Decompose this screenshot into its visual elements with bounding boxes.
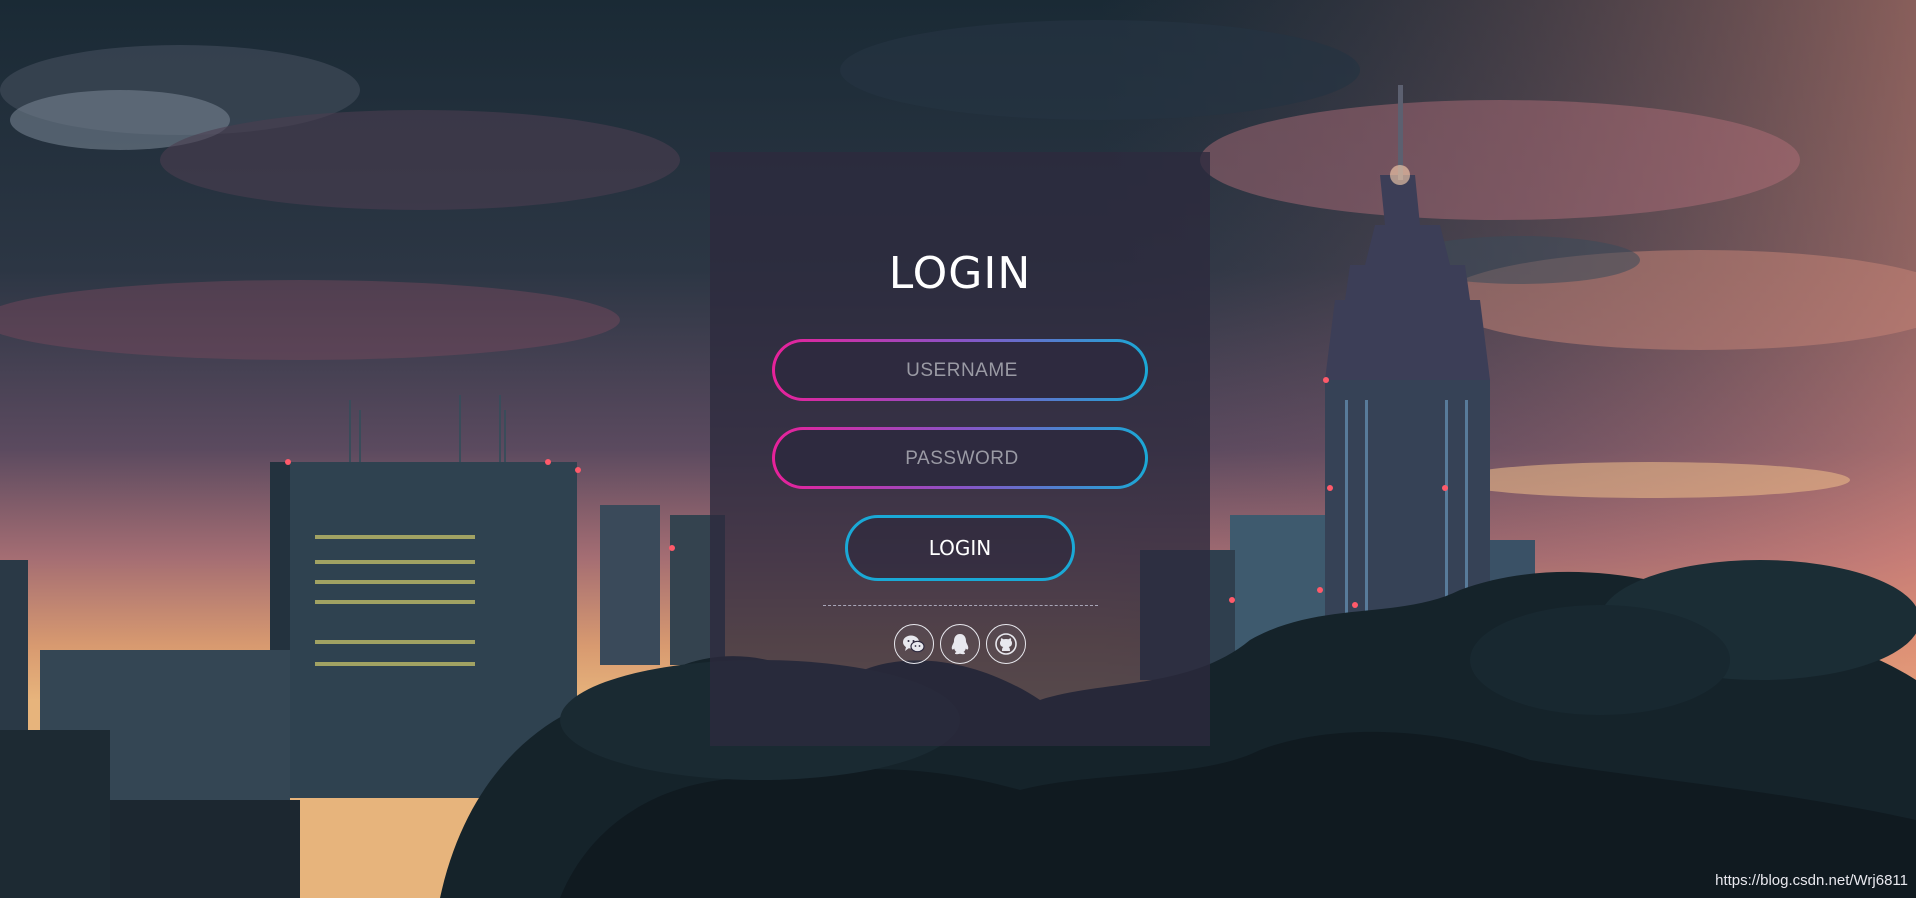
username-input[interactable] xyxy=(775,342,1149,400)
login-card: LOGIN LOGIN xyxy=(710,152,1210,746)
username-field-inner xyxy=(775,342,1149,400)
username-field-frame xyxy=(772,339,1149,401)
login-button[interactable]: LOGIN xyxy=(845,515,1075,581)
password-field-frame xyxy=(772,427,1149,489)
social-login-row xyxy=(710,624,1210,664)
wechat-icon xyxy=(903,635,925,653)
qq-login-button[interactable] xyxy=(940,624,980,664)
login-title: LOGIN xyxy=(888,248,1032,299)
github-login-button[interactable] xyxy=(986,624,1026,664)
qq-penguin-icon xyxy=(951,634,969,655)
watermark-url: https://blog.csdn.net/Wrj6811 xyxy=(1715,872,1908,889)
divider-line xyxy=(823,605,1098,606)
password-input[interactable] xyxy=(775,430,1149,488)
wechat-login-button[interactable] xyxy=(894,624,934,664)
github-icon xyxy=(995,633,1017,655)
password-field-inner xyxy=(775,430,1149,488)
